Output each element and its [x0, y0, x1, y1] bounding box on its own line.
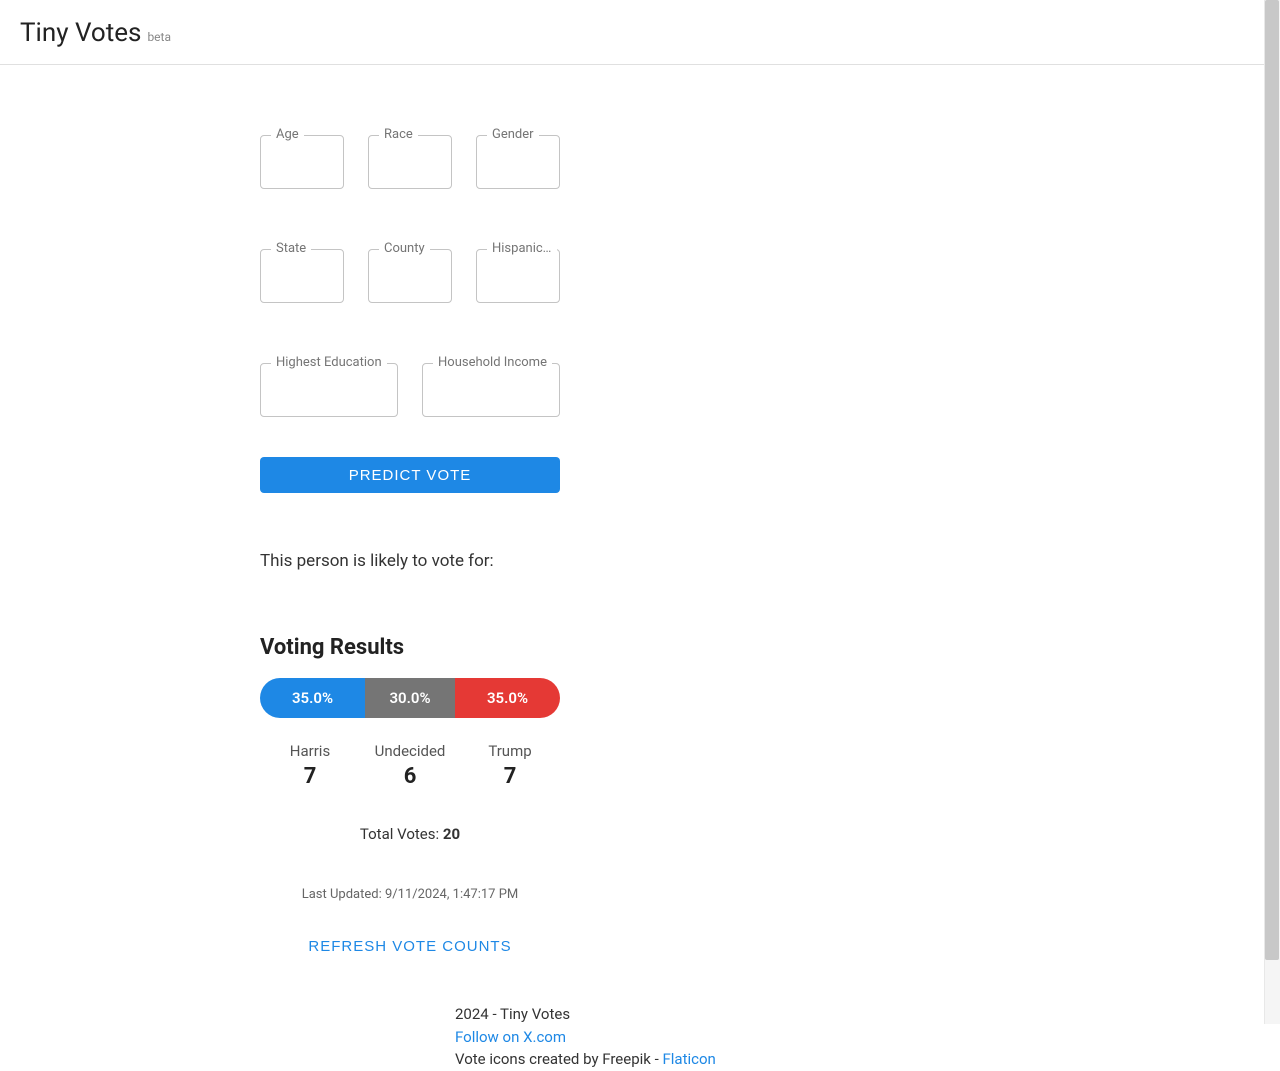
race-label: Race — [379, 127, 418, 142]
candidate-count: 7 — [260, 764, 360, 789]
candidate-count: 7 — [460, 764, 560, 789]
income-label: Household Income — [433, 355, 552, 370]
bar-segment: 35.0% — [260, 678, 365, 718]
hispanic-input[interactable] — [477, 250, 559, 302]
total-votes: Total Votes: 20 — [260, 825, 560, 843]
candidate: Trump 7 — [460, 742, 560, 789]
candidate-name: Trump — [460, 742, 560, 760]
education-label: Highest Education — [271, 355, 387, 370]
icons-credit-prefix: Vote icons created by Freepik - — [455, 1050, 662, 1068]
footer-copyright: 2024 - Tiny Votes — [455, 1003, 1105, 1026]
race-field-wrap: Race — [368, 135, 452, 189]
updated-prefix: Last Updated: — [302, 887, 385, 902]
education-field-wrap: Highest Education — [260, 363, 398, 417]
main-content: Age Race Gender State — [260, 65, 1020, 1003]
results-bar: 35.0%30.0%35.0% — [260, 678, 560, 718]
app-title: Tiny Votes — [20, 18, 141, 48]
beta-tag: beta — [147, 30, 171, 44]
bar-segment: 30.0% — [365, 678, 455, 718]
scrollbar-thumb[interactable] — [1265, 0, 1279, 960]
age-field-wrap: Age — [260, 135, 344, 189]
income-field-wrap: Household Income — [422, 363, 560, 417]
predict-button[interactable]: PREDICT VOTE — [260, 457, 560, 493]
state-input[interactable] — [261, 250, 343, 302]
candidates-row: Harris 7Undecided 6Trump 7 — [260, 742, 560, 789]
results-heading: Voting Results — [260, 635, 560, 660]
candidate: Undecided 6 — [360, 742, 460, 789]
candidate-name: Undecided — [360, 742, 460, 760]
updated-time: 9/11/2024, 1:47:17 PM — [385, 887, 518, 902]
total-number: 20 — [443, 825, 460, 843]
total-prefix: Total Votes: — [360, 825, 443, 843]
county-input[interactable] — [369, 250, 451, 302]
race-input[interactable] — [369, 136, 451, 188]
county-field-wrap: County — [368, 249, 452, 303]
app-header: Tiny Votes beta — [0, 0, 1280, 65]
income-input[interactable] — [423, 364, 559, 416]
follow-link[interactable]: Follow on X.com — [455, 1028, 566, 1046]
refresh-button[interactable]: REFRESH VOTE COUNTS — [260, 938, 560, 955]
hispanic-field-wrap: Hispanic/… — [476, 249, 560, 303]
state-field-wrap: State — [260, 249, 344, 303]
gender-field-wrap: Gender — [476, 135, 560, 189]
candidate-name: Harris — [260, 742, 360, 760]
prediction-intro: This person is likely to vote for: — [260, 551, 560, 571]
gender-input[interactable] — [477, 136, 559, 188]
flaticon-link[interactable]: Flaticon — [662, 1050, 715, 1068]
gender-label: Gender — [487, 127, 539, 142]
state-label: State — [271, 241, 311, 256]
age-input[interactable] — [261, 136, 343, 188]
bar-segment: 35.0% — [455, 678, 560, 718]
hispanic-label: Hispanic/… — [487, 241, 557, 256]
candidate: Harris 7 — [260, 742, 360, 789]
education-input[interactable] — [261, 364, 397, 416]
last-updated: Last Updated: 9/11/2024, 1:47:17 PM — [260, 887, 560, 902]
candidate-count: 6 — [360, 764, 460, 789]
form-section: Age Race Gender State — [260, 135, 560, 417]
age-label: Age — [271, 127, 304, 142]
county-label: County — [379, 241, 430, 256]
scrollbar-track[interactable] — [1264, 0, 1280, 1024]
footer: 2024 - Tiny Votes Follow on X.com Vote i… — [175, 1003, 1105, 1071]
